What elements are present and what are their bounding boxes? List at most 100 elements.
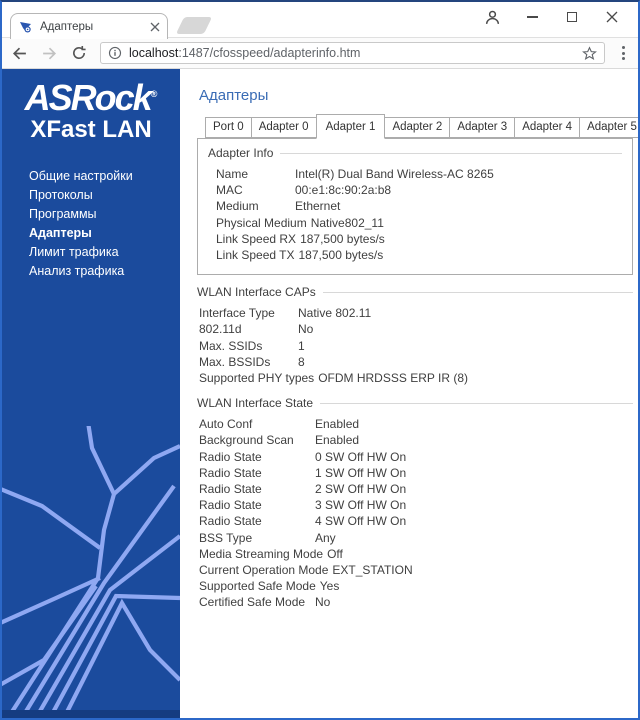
info-row: Media Streaming Mode Off <box>199 546 633 562</box>
row-value: 00:e1:8c:90:2a:b8 <box>295 183 392 198</box>
tab-adapter-5[interactable]: Adapter 5 <box>579 117 638 138</box>
new-tab-button[interactable] <box>175 17 213 34</box>
row-value: 0 SW Off HW On <box>315 449 407 464</box>
info-row: Name Intel(R) Dual Band Wireless-AC 8265 <box>216 166 622 182</box>
browser-toolbar: localhost:1487/cfosspeed/adapterinfo.htm <box>2 38 638 69</box>
refresh-icon[interactable] <box>71 45 87 61</box>
brand-reg-mark: ® <box>150 89 158 99</box>
minimize-button[interactable] <box>512 4 552 30</box>
info-row: Interface Type Native 802.11 <box>199 305 633 321</box>
row-label: Radio State <box>199 482 262 497</box>
wlan-state-section: WLAN Interface State Auto Conf Enabled Bac… <box>197 396 633 610</box>
info-row: Medium Ethernet <box>216 198 622 214</box>
forward-icon[interactable] <box>41 45 58 62</box>
row-label: Supported Safe Mode <box>199 579 316 594</box>
row-label: Background Scan <box>199 433 294 448</box>
close-button[interactable] <box>592 4 632 30</box>
sidebar-item-protocols[interactable]: Протоколы <box>29 186 180 205</box>
adapter-info-panel: Adapter Info Name Intel(R) Dual Band Wire… <box>197 138 633 276</box>
tab-adapter-4[interactable]: Adapter 4 <box>514 117 581 138</box>
row-value: Off <box>327 546 343 561</box>
row-label: 802.11d <box>199 322 242 337</box>
row-value: 187,500 bytes/s <box>300 231 385 246</box>
row-label: Interface Type <box>199 306 275 321</box>
row-value: 1 SW Off HW On <box>315 465 407 480</box>
adapter-tabstrip: Port 0 Adapter 0 Adapter 1 Adapter 2 Adapter… <box>197 114 638 139</box>
row-label: Link Speed TX <box>216 248 295 263</box>
browser-menu-icon[interactable] <box>618 46 629 60</box>
asrock-logo: ASRock® XFast LAN <box>2 79 180 143</box>
wlan-state-legend: WLAN Interface State <box>197 396 633 410</box>
maximize-button[interactable] <box>552 4 592 30</box>
row-value: Native802_11 <box>310 215 384 230</box>
row-label: Max. SSIDs <box>199 338 263 353</box>
tab-port-0[interactable]: Port 0 <box>205 117 252 138</box>
row-value: Any <box>315 530 336 545</box>
browser-window: Адаптеры localhost:1487/cfosspeed/adapte… <box>0 0 640 720</box>
url-host: localhost <box>129 46 179 60</box>
row-label: Auto Conf <box>199 417 253 432</box>
sidebar-item-traffic-limit[interactable]: Лимит трафика <box>29 243 180 262</box>
row-label: Media Streaming Mode <box>199 546 324 561</box>
window-controls <box>472 4 632 30</box>
page-info-icon[interactable] <box>108 46 122 60</box>
row-value: Yes <box>319 579 340 594</box>
content-area: Адаптеры Port 0 Adapter 0 Adapter 1 Adapter… <box>180 69 638 718</box>
sidebar-item-traffic-analysis[interactable]: Анализ трафика <box>29 262 180 281</box>
profile-icon[interactable] <box>472 4 512 30</box>
tab-adapter-3[interactable]: Adapter 3 <box>449 117 516 138</box>
browser-tab[interactable]: Адаптеры <box>10 13 168 39</box>
info-row: Supported PHY types OFDM HRDSSS ERP IR (8… <box>199 370 633 386</box>
sidebar-item-adapters[interactable]: Адаптеры <box>29 224 180 243</box>
row-label: Radio State <box>199 514 262 529</box>
info-row: Radio State 2 SW Off HW On <box>199 481 633 497</box>
info-row: Auto Conf Enabled <box>199 416 633 432</box>
wlan-caps-section: WLAN Interface CAPs Interface Type Native… <box>197 285 633 386</box>
back-icon[interactable] <box>11 45 28 62</box>
row-label: Medium <box>216 199 259 214</box>
url-text: localhost:1487/cfosspeed/adapterinfo.htm <box>129 46 575 60</box>
row-value: EXT_STATION <box>332 563 413 578</box>
info-row: Certified Safe Mode No <box>199 594 633 610</box>
info-row: Background Scan Enabled <box>199 432 633 448</box>
row-label: Radio State <box>199 498 262 513</box>
tab-adapter-1[interactable]: Adapter 1 <box>315 114 386 139</box>
info-row: Max. BSSIDs 8 <box>199 354 633 370</box>
cfosspeed-favicon-icon <box>18 19 34 35</box>
row-value: Intel(R) Dual Band Wireless-AC 8265 <box>295 167 494 181</box>
adapter-info-legend: Adapter Info <box>208 146 622 160</box>
row-value: Ethernet <box>295 199 341 214</box>
adapter-info-rows: Name Intel(R) Dual Band Wireless-AC 8265 M… <box>216 166 622 263</box>
info-row: Radio State 0 SW Off HW On <box>199 449 633 465</box>
circuit-deco-graphic <box>2 426 180 718</box>
row-value: 8 <box>298 354 305 369</box>
row-label: Max. BSSIDs <box>199 354 271 369</box>
row-label: Name <box>216 167 249 181</box>
row-label: MAC <box>216 183 243 198</box>
info-row: BSS Type Any <box>199 530 633 546</box>
row-value: Enabled <box>315 417 360 432</box>
sidebar-item-general-settings[interactable]: Общие настройки <box>29 167 180 186</box>
tab-adapter-0[interactable]: Adapter 0 <box>250 117 317 138</box>
info-row: Radio State 4 SW Off HW On <box>199 513 633 529</box>
tab-adapter-2[interactable]: Adapter 2 <box>384 117 451 138</box>
browser-titlebar: Адаптеры <box>2 2 638 39</box>
sidebar-item-programs[interactable]: Программы <box>29 205 180 224</box>
tab-close-icon[interactable] <box>150 22 160 32</box>
row-label: Radio State <box>199 465 262 480</box>
info-row: Max. SSIDs 1 <box>199 338 633 354</box>
row-value: Enabled <box>315 433 360 448</box>
sidebar: ASRock® XFast LAN Общие настройки Протоко… <box>2 69 180 718</box>
row-value: 4 SW Off HW On <box>315 514 407 529</box>
wlan-caps-legend: WLAN Interface CAPs <box>197 285 633 299</box>
row-label: Radio State <box>199 449 262 464</box>
info-row: Supported Safe Mode Yes <box>199 578 633 594</box>
bookmark-star-icon[interactable] <box>582 45 597 61</box>
brand-product: XFast LAN <box>30 115 152 143</box>
row-value: 3 SW Off HW On <box>315 498 407 513</box>
page-title: Адаптеры <box>199 87 269 104</box>
row-label: Physical Medium <box>216 215 307 230</box>
address-bar[interactable]: localhost:1487/cfosspeed/adapterinfo.htm <box>100 42 605 64</box>
url-path: :1487/cfosspeed/adapterinfo.htm <box>178 46 361 60</box>
row-label: Link Speed RX <box>216 231 297 246</box>
